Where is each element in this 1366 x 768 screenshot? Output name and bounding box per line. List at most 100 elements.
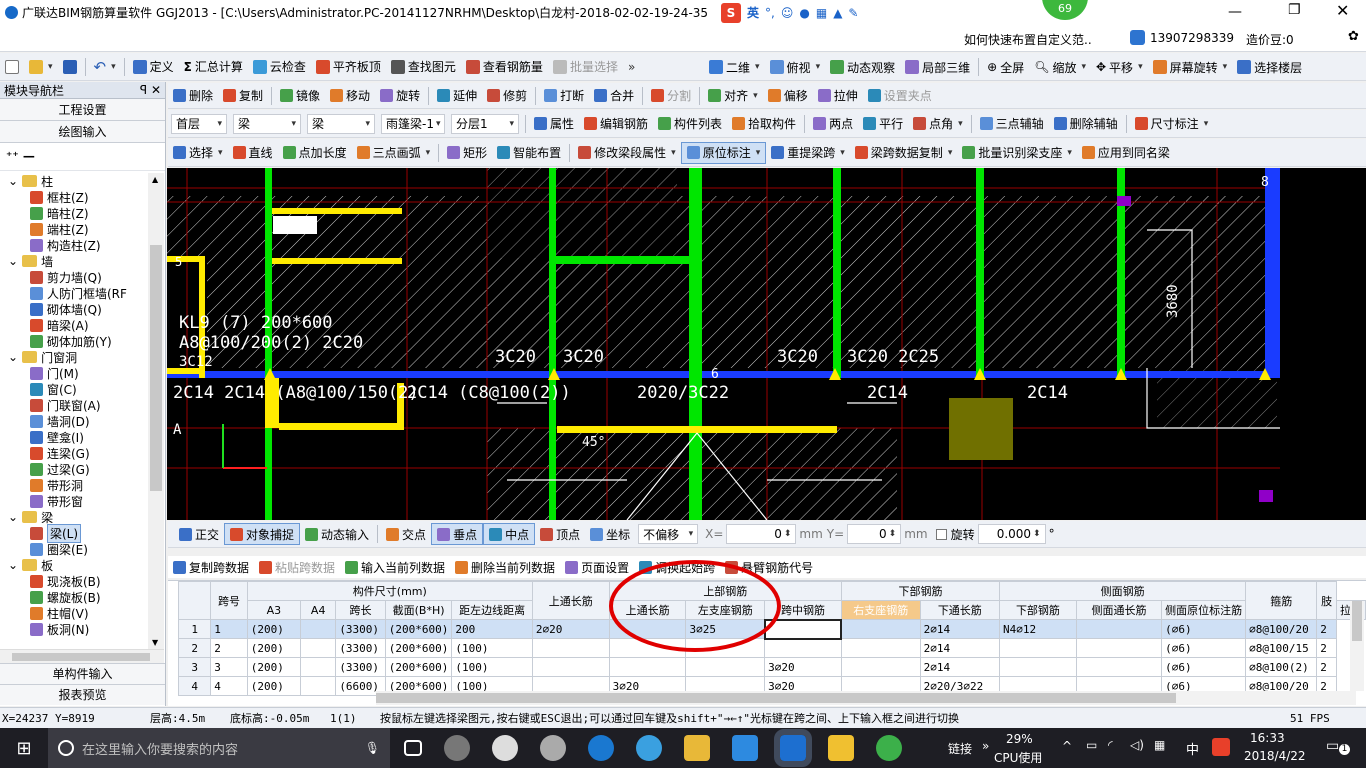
tb4-item-0[interactable]: 选择 ▾ <box>168 139 228 166</box>
tb4-item-10[interactable]: 批量识别梁支座 ▾ <box>957 139 1077 166</box>
table-cell[interactable]: (⌀6) <box>1161 619 1247 639</box>
tree-item-1[interactable]: 框柱(Z) <box>30 189 89 205</box>
tool-icon[interactable]: ✎ <box>848 6 858 20</box>
tb4-item-9[interactable]: 梁跨数据复制 ▾ <box>850 139 958 166</box>
tb2-item-5[interactable]: 延伸 <box>432 83 482 108</box>
column-header[interactable]: A3 <box>246 600 302 620</box>
table-cell[interactable]: (100) <box>451 638 533 658</box>
coin-balance[interactable]: 造价豆:0 <box>1246 31 1294 48</box>
member-select[interactable]: 雨篷梁-1 ▾ <box>381 113 445 134</box>
notes-app-icon[interactable] <box>828 735 854 761</box>
ime-bar[interactable]: S 英 °, ☺ ● ▦ ▲ ✎ <box>721 2 858 23</box>
table-cell[interactable] <box>531 638 610 658</box>
x-input[interactable]: 0 ⬍ <box>726 524 797 544</box>
edge-icon[interactable] <box>588 735 614 761</box>
table-cell[interactable]: 2⌀14 <box>919 657 1001 677</box>
nav-draw-input[interactable]: 绘图输入 <box>0 121 165 143</box>
column-header[interactable]: A4 <box>300 600 337 620</box>
tb2-item-0[interactable]: 删除 <box>168 83 218 108</box>
file-explorer-icon[interactable] <box>684 735 710 761</box>
tree-folder-0[interactable]: ⌄ 柱 <box>8 173 53 189</box>
tb2-item-6[interactable]: 修剪 <box>482 83 532 108</box>
spiral-app-icon[interactable] <box>540 735 566 761</box>
volume-icon[interactable]: ◁) <box>1130 738 1144 752</box>
tb3-item-6[interactable]: 点角 ▾ <box>908 110 968 137</box>
save-button[interactable] <box>58 53 82 80</box>
table-cell[interactable] <box>840 638 921 658</box>
tb2-item-2[interactable]: 镜像 <box>275 83 325 108</box>
table-cell[interactable] <box>1075 638 1163 658</box>
tb3-item-4[interactable]: 两点 <box>808 110 858 137</box>
table-cell[interactable]: ⌀8@100/15 <box>1245 638 1318 658</box>
tb2-item-3[interactable]: 移动 <box>325 83 375 108</box>
snap-item-3[interactable]: 交点 <box>381 521 431 547</box>
tree-item-3[interactable]: 端柱(Z) <box>30 221 89 237</box>
collapse-toggle-icon[interactable]: ⌄ <box>8 350 18 364</box>
tb1-calc[interactable]: Σ 汇总计算 <box>179 53 248 80</box>
table-cell[interactable] <box>999 657 1077 677</box>
undo-button[interactable]: ↶ ▾ <box>89 53 121 80</box>
tree-item-25[interactable]: 现浇板(B) <box>30 573 101 589</box>
nav-close-icon[interactable]: ✕ <box>151 83 161 97</box>
tb1-batch-select[interactable]: 批量选择 <box>548 53 623 80</box>
mic-icon[interactable]: ● <box>799 6 809 20</box>
table-cell[interactable]: (200) <box>246 676 302 696</box>
tb2-item-8[interactable]: 合并 <box>589 83 639 108</box>
fan-app-icon[interactable] <box>444 735 470 761</box>
tb4-item-6[interactable]: 修改梁段属性 ▾ <box>573 139 681 166</box>
snap-item-1[interactable]: 对象捕捉 <box>224 523 301 545</box>
tb4-item-8[interactable]: 重提梁跨 ▾ <box>766 139 850 166</box>
ime-lang[interactable]: 中 <box>1186 739 1199 758</box>
network-icon[interactable]: ▭ <box>1086 738 1097 752</box>
punct-icon[interactable]: °, <box>765 6 775 20</box>
category-select[interactable]: 梁 ▾ <box>233 113 301 134</box>
table-cell[interactable]: 2⌀14 <box>919 619 1001 639</box>
tb1-local-3d[interactable]: 局部三维 <box>900 53 975 80</box>
table-cell[interactable]: ⌀8@100/20 <box>1245 619 1318 639</box>
table-cell[interactable]: 4 <box>210 676 248 696</box>
table-cell[interactable]: 2 <box>1316 638 1337 658</box>
table-cell[interactable]: (100) <box>451 657 533 677</box>
column-header[interactable]: 右支座钢筋 <box>840 600 921 620</box>
table-cell[interactable]: (⌀6) <box>1161 638 1247 658</box>
table-cell[interactable]: 2⌀20 <box>531 619 610 639</box>
tree-item-9[interactable]: 暗梁(A) <box>30 317 89 333</box>
emoji-icon[interactable]: ☺ <box>781 6 794 20</box>
table-cell[interactable]: 1 <box>210 619 248 639</box>
pin-icon[interactable]: ꟼ <box>140 83 147 97</box>
tb2-item-13[interactable]: 设置夹点 <box>863 83 937 108</box>
drawing-canvas[interactable]: KL9 (7) 200*600 A8@100/200(2) 2C20 3C12 … <box>167 168 1280 520</box>
snap-item-2[interactable]: 动态输入 <box>300 521 374 547</box>
column-header[interactable]: 跨长 <box>335 600 386 620</box>
tb3-item-1[interactable]: 编辑钢筋 <box>579 110 653 137</box>
tb2-item-7[interactable]: 打断 <box>539 83 589 108</box>
tree-item-7[interactable]: 人防门框墙(RF <box>30 285 127 301</box>
tb4-item-1[interactable]: 直线 <box>228 139 278 166</box>
table-cell[interactable]: N4⌀12 <box>999 619 1077 639</box>
table-cell[interactable]: 2⌀14 <box>919 638 1001 658</box>
tb1-view-rebar[interactable]: 查看钢筋量 <box>461 53 548 80</box>
table-cell[interactable] <box>608 657 687 677</box>
tb2-item-10[interactable]: 对齐 ▾ <box>703 83 763 108</box>
gridtb-item-3[interactable]: 删除当前列数据 <box>450 556 560 578</box>
taskbar-search[interactable]: 在这里输入你要搜索的内容 🎙︎ <box>48 728 390 768</box>
tb4-item-7[interactable]: 原位标注 ▾ <box>680 141 767 164</box>
tb1-orbit[interactable]: 动态观察 <box>825 53 900 80</box>
tree-item-13[interactable]: 窗(C) <box>30 381 77 397</box>
tree-hscroll[interactable] <box>0 649 164 663</box>
tb2-item-9[interactable]: 分割 <box>646 83 696 108</box>
table-cell[interactable] <box>840 657 921 677</box>
tb3-item-9[interactable]: 尺寸标注 ▾ <box>1130 110 1214 137</box>
tree-item-22[interactable]: 梁(L) <box>30 523 82 543</box>
tb4-item-2[interactable]: 点加长度 <box>278 139 352 166</box>
table-cell[interactable]: (200) <box>246 638 302 658</box>
tree-item-28[interactable]: 板洞(N) <box>30 621 89 637</box>
tree-item-12[interactable]: 门(M) <box>30 365 79 381</box>
column-header[interactable]: 下部钢筋 <box>999 600 1077 620</box>
glodon-g-icon[interactable] <box>732 735 758 761</box>
tb3-item-3[interactable]: 拾取构件 <box>727 110 801 137</box>
tree-item-16[interactable]: 壁龛(I) <box>30 429 84 445</box>
keyboard-icon[interactable]: ▦ <box>816 6 827 20</box>
windows-start-button[interactable]: ⊞ <box>0 738 48 759</box>
tree-folder-11[interactable]: ⌄ 门窗洞 <box>8 349 77 365</box>
